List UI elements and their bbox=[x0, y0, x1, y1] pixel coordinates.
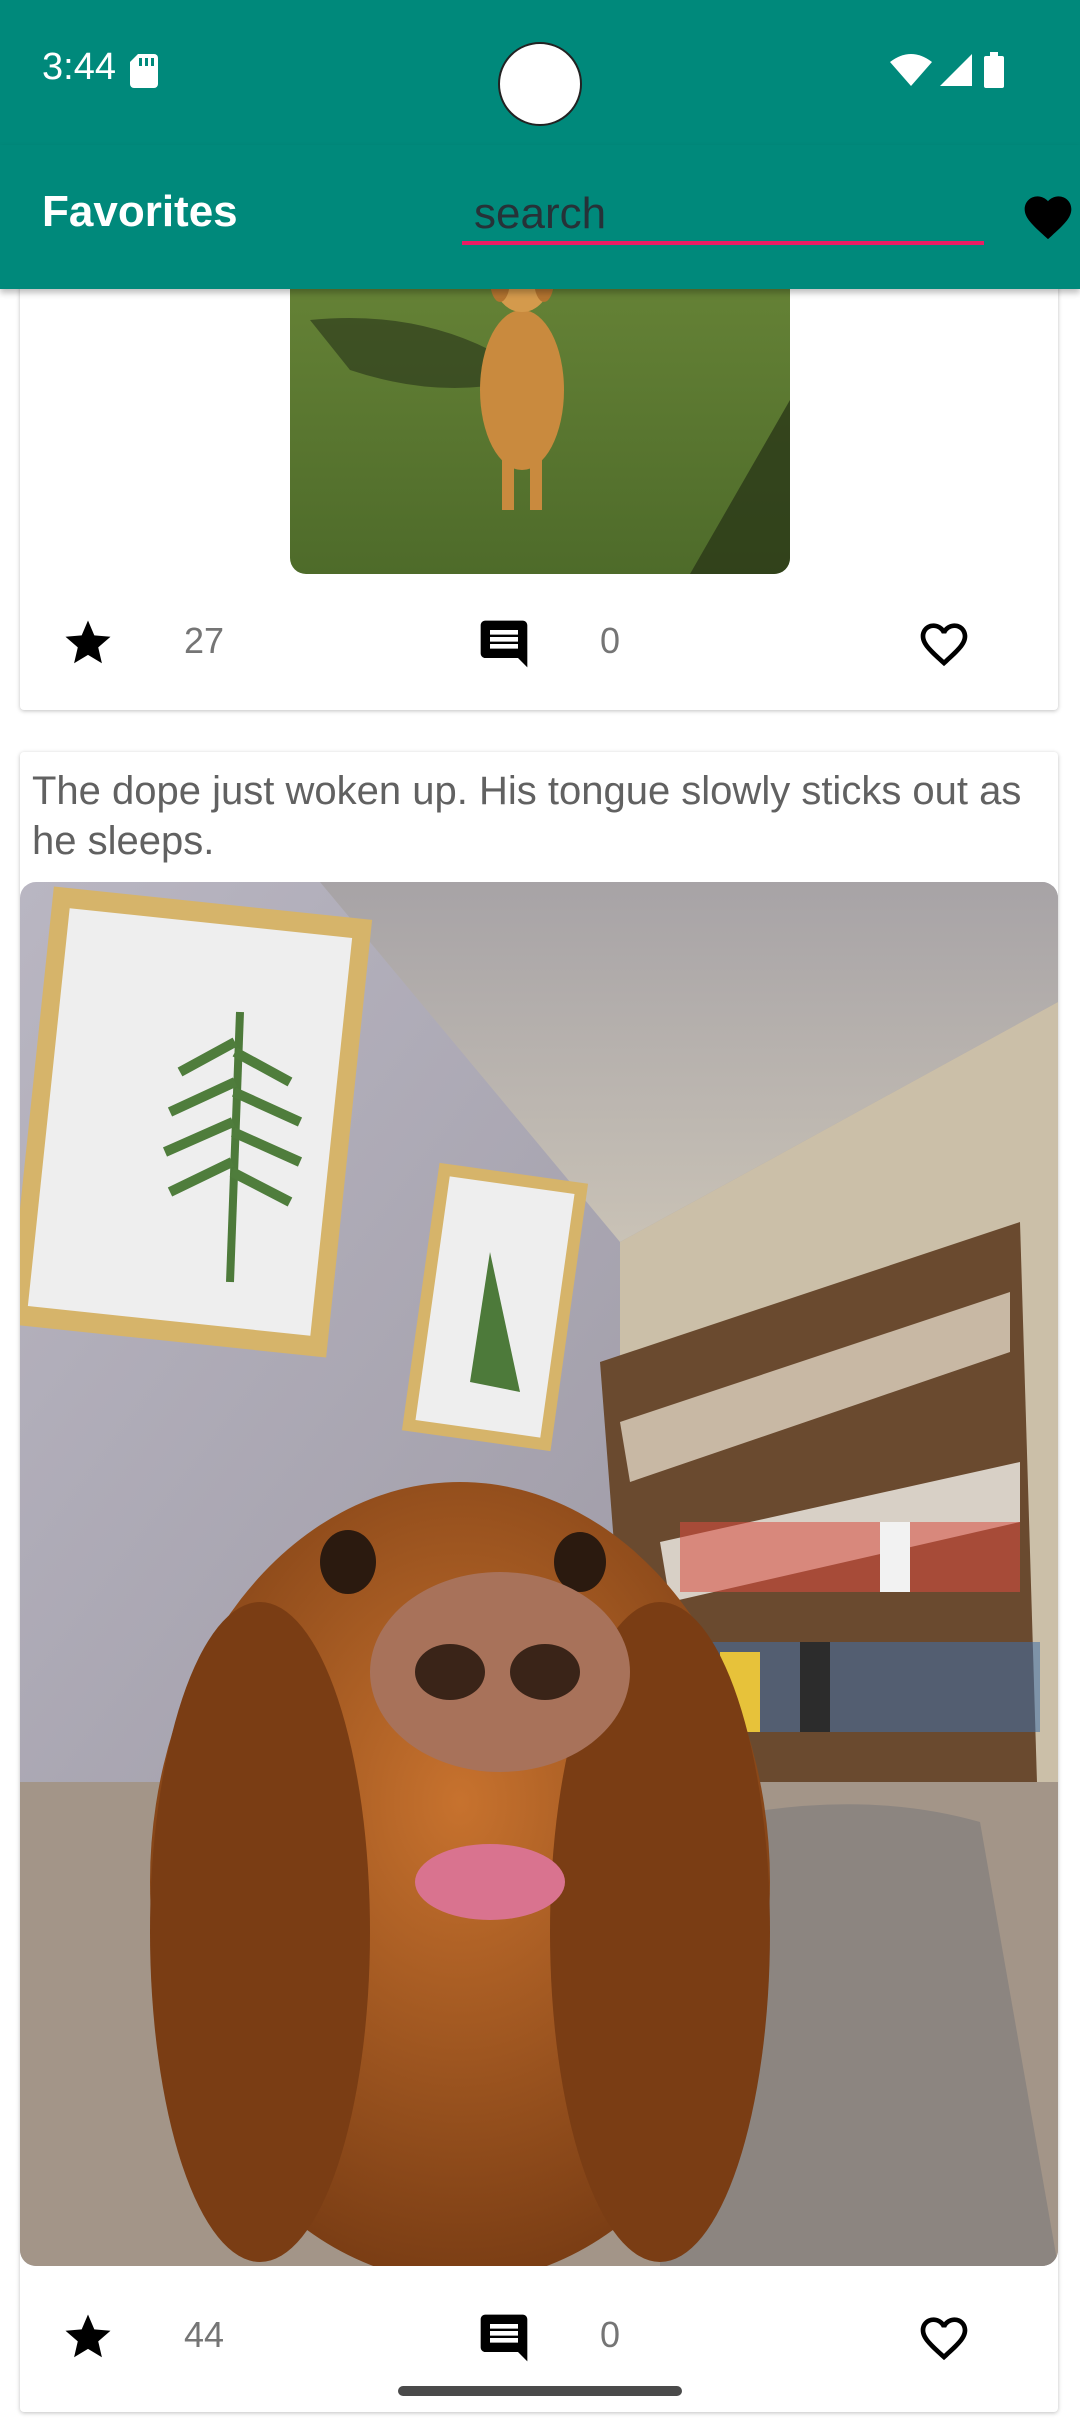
page-title: Favorites bbox=[42, 187, 238, 236]
front-camera bbox=[498, 42, 582, 126]
post-card[interactable]: The dope just woken up. His tongue slowl… bbox=[20, 752, 1058, 2412]
comment-icon[interactable] bbox=[474, 2310, 534, 2366]
comment-count: 0 bbox=[600, 2314, 621, 2355]
heart-filled-icon[interactable] bbox=[1020, 189, 1076, 241]
search-input[interactable] bbox=[462, 187, 984, 245]
heart-outline-icon[interactable] bbox=[916, 616, 972, 668]
rating-count: 44 bbox=[184, 2314, 225, 2355]
status-bar: 3:44 bbox=[0, 0, 1080, 145]
post-actions: 44 0 bbox=[20, 2296, 1058, 2376]
screen: 3:44 Favorites search 27 0 The dope just… bbox=[0, 0, 1080, 2424]
comment-icon[interactable] bbox=[474, 616, 534, 672]
app-bar: Favorites bbox=[0, 145, 1080, 289]
sd-card-icon bbox=[130, 54, 158, 88]
spaniel-photo bbox=[20, 882, 1058, 2266]
signal-icon bbox=[940, 54, 972, 86]
rating-count: 27 bbox=[184, 620, 225, 661]
home-indicator[interactable] bbox=[398, 2386, 682, 2396]
battery-icon bbox=[984, 52, 1004, 88]
star-icon[interactable] bbox=[60, 2310, 116, 2364]
star-icon[interactable] bbox=[60, 616, 116, 670]
heart-outline-icon[interactable] bbox=[916, 2310, 972, 2362]
post-caption: The dope just woken up. His tongue slowl… bbox=[32, 769, 1022, 863]
post-actions: 27 0 bbox=[20, 602, 1058, 682]
comment-count: 0 bbox=[600, 620, 621, 661]
status-time: 3:44 bbox=[42, 46, 116, 88]
post-image[interactable] bbox=[20, 882, 1058, 2266]
wifi-icon bbox=[890, 54, 932, 86]
